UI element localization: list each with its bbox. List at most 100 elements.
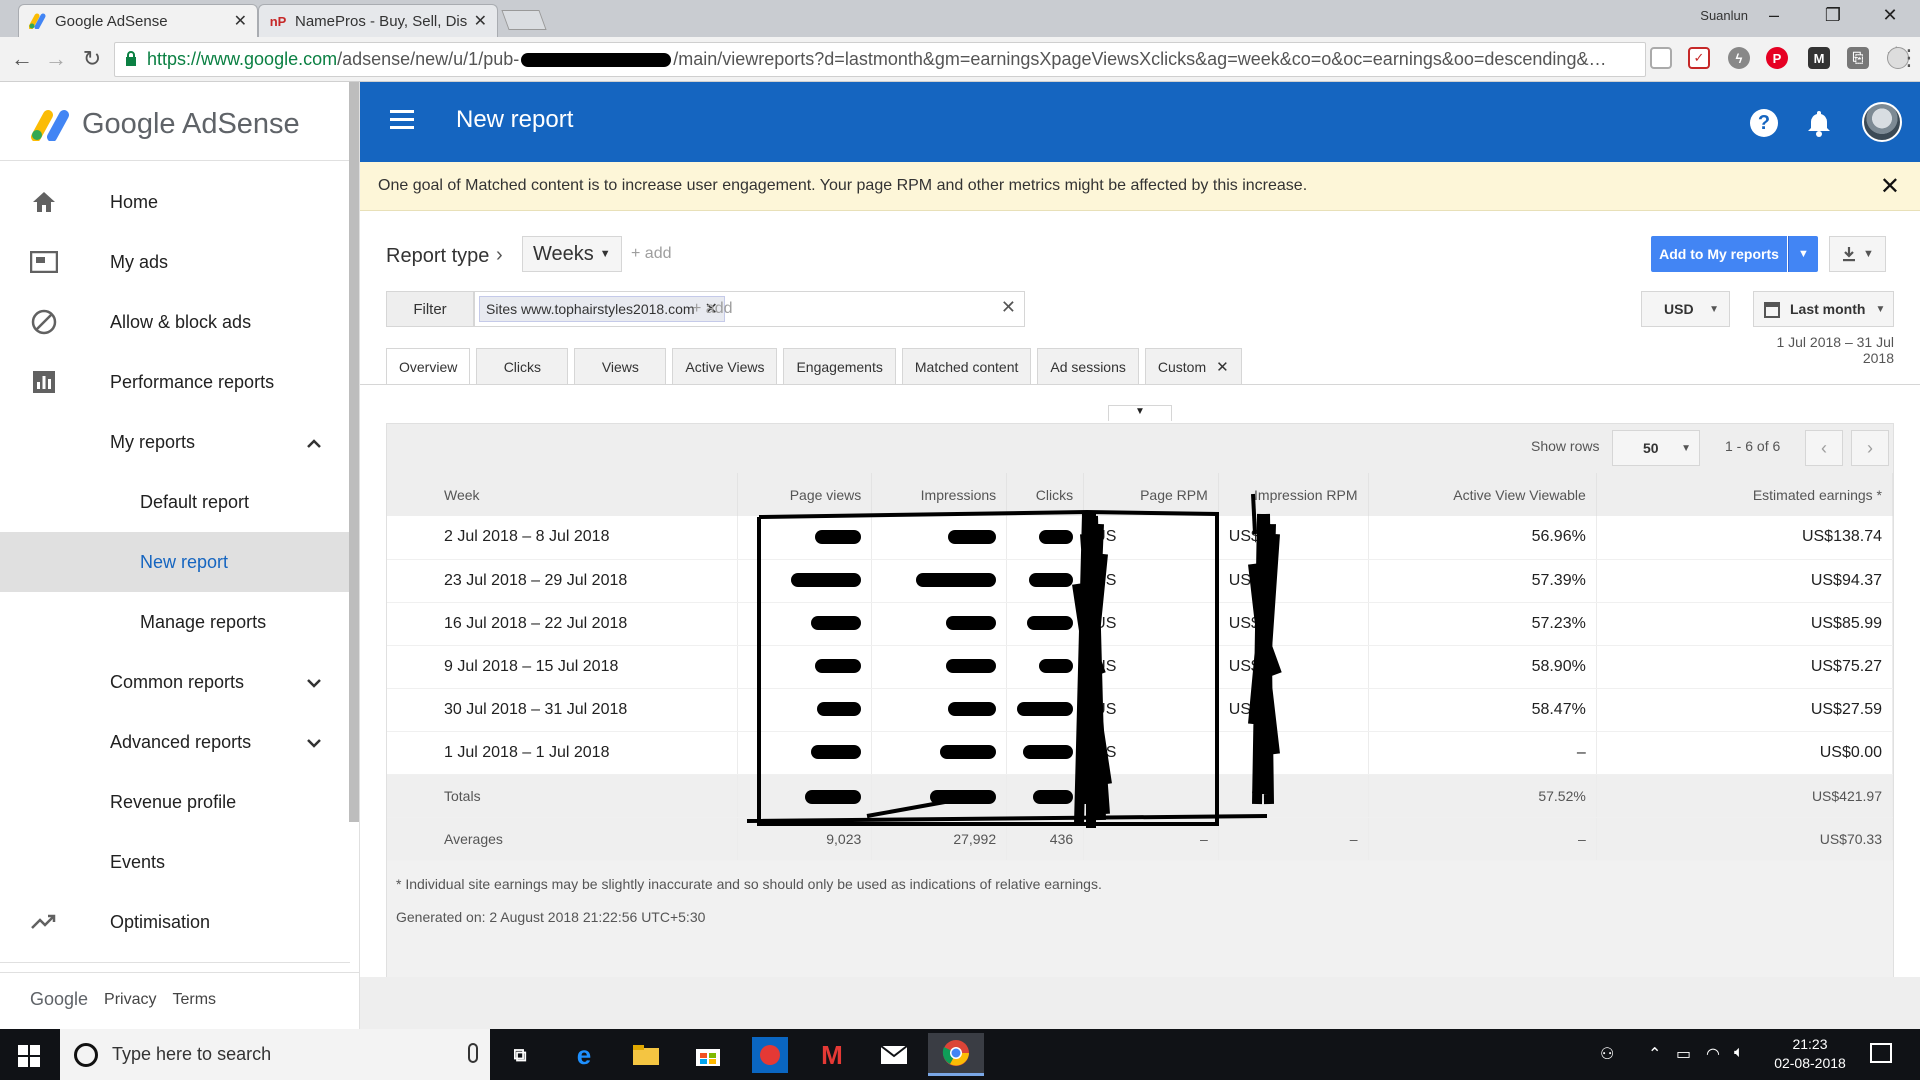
collapse-chart-toggle[interactable]: ▼ (1108, 405, 1172, 421)
download-button[interactable]: ▼ (1829, 236, 1886, 272)
tab-ad-sessions[interactable]: Ad sessions (1037, 348, 1139, 385)
sidebar-scrollbar[interactable] (349, 82, 359, 822)
add-filter-link[interactable]: + add (692, 300, 732, 318)
sidebar-item-new-report[interactable]: New report (0, 532, 350, 592)
tab-clicks[interactable]: Clicks (476, 348, 569, 385)
browser-tab-namepros[interactable]: nP NamePros - Buy, Sell, Dis ✕ (258, 4, 498, 37)
column-header-week[interactable]: Week (387, 473, 738, 516)
sidebar-item-common-reports[interactable]: Common reports (0, 652, 350, 712)
taskbar-search-input[interactable]: Type here to search (60, 1029, 490, 1080)
pinterest-icon[interactable]: P (1766, 47, 1788, 69)
terms-link[interactable]: Terms (173, 991, 217, 1009)
sidebar-item-default-report[interactable]: Default report (0, 472, 350, 532)
close-tab-icon[interactable]: ✕ (1216, 358, 1229, 376)
forward-icon[interactable]: → (42, 46, 70, 72)
address-bar[interactable]: https://www.google.com /adsense/new/u/1/… (114, 42, 1646, 77)
tab-matched-content[interactable]: Matched content (901, 348, 1032, 385)
table-row[interactable]: 23 Jul 2018 – 29 Jul 2018 US US$ 57.39% … (387, 559, 1894, 603)
red-app-icon[interactable] (752, 1037, 788, 1073)
restore-icon[interactable]: ❐ (1813, 5, 1853, 26)
sidebar-item-performance-reports[interactable]: Performance reports (0, 352, 350, 412)
store-icon[interactable] (690, 1037, 726, 1073)
sidebar-item-my-reports[interactable]: My reports (0, 412, 350, 472)
tab-custom[interactable]: Custom ✕ (1144, 348, 1242, 385)
sidebar-item-advanced-reports[interactable]: Advanced reports (0, 712, 350, 772)
table-row[interactable]: 30 Jul 2018 – 31 Jul 2018 US US$ 58.47% … (387, 688, 1894, 732)
column-header-impressions[interactable]: Impressions (871, 473, 1008, 516)
sidebar-item-events[interactable]: Events (0, 832, 350, 892)
show-hidden-icons-icon[interactable]: ⌃ (1648, 1044, 1661, 1064)
add-dimension-link[interactable]: + add (631, 245, 671, 263)
filter-button[interactable]: Filter (386, 291, 474, 327)
tab-engagements[interactable]: Engagements (783, 348, 896, 385)
close-icon[interactable]: ✕ (1880, 172, 1900, 201)
tab-views[interactable]: Views (574, 348, 667, 385)
dropdown-arrow-icon[interactable]: ▼ (1788, 236, 1818, 272)
help-icon[interactable]: ? (1750, 109, 1778, 137)
sidebar-item-optimisation[interactable]: Optimisation (0, 892, 350, 952)
mail-icon[interactable] (876, 1037, 912, 1073)
close-icon[interactable]: ✕ (474, 11, 487, 31)
clear-filter-icon[interactable]: ✕ (1001, 297, 1016, 318)
mcafee-icon[interactable]: M (814, 1037, 850, 1073)
windows-start-icon[interactable] (18, 1045, 40, 1067)
avatar[interactable] (1862, 102, 1902, 142)
volume-icon[interactable]: 🔈︎ (1734, 1044, 1744, 1062)
previous-page-button[interactable]: ‹ (1805, 430, 1843, 466)
minimize-icon[interactable]: – (1754, 5, 1794, 26)
column-header-estimated-earnings[interactable]: Estimated earnings * (1596, 473, 1894, 516)
people-icon[interactable]: ⚇ (1600, 1044, 1614, 1064)
column-header-impression-rpm[interactable]: Impression RPM (1218, 473, 1369, 516)
adsense-logo[interactable]: Google AdSense (30, 102, 300, 147)
extension-bolt-icon[interactable]: ϟ (1728, 47, 1750, 69)
wifi-icon[interactable]: ◠ (1706, 1044, 1720, 1064)
column-header-clicks[interactable]: Clicks (1006, 473, 1085, 516)
menu-icon[interactable] (390, 110, 414, 130)
sidebar-item-allow-block-ads[interactable]: Allow & block ads (0, 292, 350, 352)
filter-input[interactable]: Sites www.tophairstyles2018.com ✕ + add … (474, 291, 1025, 327)
close-icon[interactable]: ✕ (234, 11, 247, 31)
file-explorer-icon[interactable] (628, 1037, 664, 1073)
chevron-up-icon[interactable] (306, 432, 322, 453)
chrome-menu-icon[interactable]: ⋮ (1895, 45, 1920, 71)
window-user-label[interactable]: Suanlun (1700, 8, 1748, 23)
tab-overview[interactable]: Overview (386, 348, 471, 385)
sidebar-item-home[interactable]: Home (0, 172, 350, 232)
sidebar-item-manage-reports[interactable]: Manage reports (0, 592, 350, 652)
sidebar-item-my-ads[interactable]: My ads (0, 232, 350, 292)
next-page-button[interactable]: › (1851, 430, 1889, 466)
extension-shield-icon[interactable] (1650, 47, 1672, 69)
extension-pocket-icon[interactable]: ✓ (1688, 47, 1710, 69)
system-clock[interactable]: 21:23 02-08-2018 (1770, 1035, 1850, 1073)
edge-icon[interactable]: e (566, 1037, 602, 1073)
browser-tab-adsense[interactable]: Google AdSense ✕ (18, 4, 258, 37)
tab-active-views[interactable]: Active Views (672, 348, 778, 385)
table-row[interactable]: 16 Jul 2018 – 22 Jul 2018 US US$ 57.23% … (387, 602, 1894, 646)
privacy-link[interactable]: Privacy (104, 991, 156, 1009)
chevron-down-icon[interactable] (306, 732, 322, 753)
reload-icon[interactable]: ↻ (78, 46, 106, 72)
show-rows-dropdown[interactable]: 50 ▼ (1612, 430, 1700, 466)
back-icon[interactable]: ← (8, 46, 36, 72)
notifications-bell-icon[interactable] (1806, 109, 1832, 137)
battery-icon[interactable]: ▭ (1676, 1044, 1691, 1064)
date-range-dropdown[interactable]: Last month ▼ (1753, 291, 1894, 327)
extension-m-icon[interactable]: M (1808, 47, 1830, 69)
chevron-down-icon[interactable] (306, 672, 322, 693)
column-header-page-views[interactable]: Page views (737, 473, 873, 516)
dimension-dropdown[interactable]: Weeks ▼ (522, 236, 622, 272)
new-tab-button[interactable] (501, 10, 547, 30)
column-header-page-rpm[interactable]: Page RPM (1083, 473, 1219, 516)
table-row[interactable]: 2 Jul 2018 – 8 Jul 2018 US US$ 56.96% US… (387, 516, 1894, 560)
currency-dropdown[interactable]: USD ▼ (1641, 291, 1730, 327)
sidebar-item-revenue-profile[interactable]: Revenue profile (0, 772, 350, 832)
action-center-icon[interactable] (1870, 1043, 1892, 1063)
chrome-icon[interactable] (928, 1033, 984, 1076)
microphone-icon[interactable] (468, 1043, 478, 1063)
extension-screen-icon[interactable]: ⎘ (1847, 47, 1869, 69)
task-view-icon[interactable]: ⧉ (502, 1037, 538, 1073)
column-header-active-view-viewable[interactable]: Active View Viewable (1368, 473, 1597, 516)
filter-chip[interactable]: Sites www.tophairstyles2018.com ✕ (479, 296, 725, 322)
add-to-my-reports-button[interactable]: Add to My reports (1651, 236, 1787, 272)
window-close-icon[interactable]: ✕ (1870, 5, 1910, 26)
